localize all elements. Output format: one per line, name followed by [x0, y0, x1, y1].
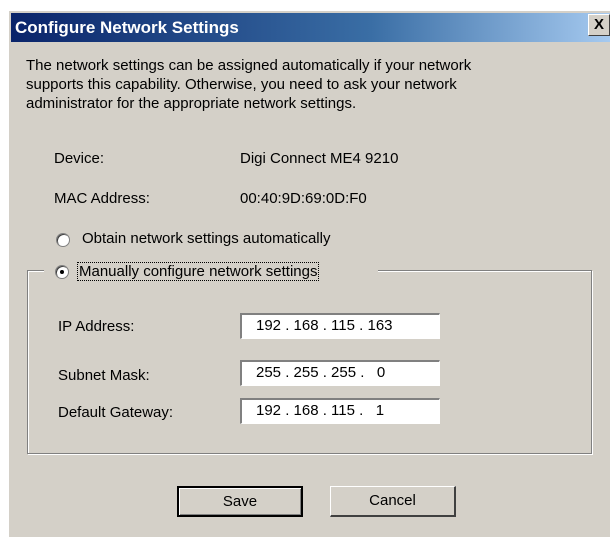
device-value: Digi Connect ME4 9210 [240, 150, 399, 167]
radio-selected-dot [60, 270, 64, 274]
intro-line-2: supports this capability. Otherwise, you… [26, 76, 457, 93]
cancel-button[interactable]: Cancel [330, 486, 456, 517]
subnet-mask-field[interactable]: 255 . 255 . 255 . 0 [240, 360, 440, 386]
ip-address-label: IP Address: [58, 318, 135, 335]
radio-manual-configure-label[interactable]: Manually configure network settings [77, 262, 320, 281]
radio-manual-configure[interactable] [55, 265, 69, 279]
mac-address-value: 00:40:9D:69:0D:F0 [240, 190, 367, 207]
radio-obtain-automatically[interactable] [56, 233, 70, 247]
title-bar: Configure Network Settings [11, 13, 610, 42]
manual-settings-legend: Manually configure network settings [44, 260, 378, 282]
intro-line-1: The network settings can be assigned aut… [26, 57, 472, 74]
radio-obtain-automatically-label[interactable]: Obtain network settings automatically [82, 230, 330, 247]
intro-line-3: administrator for the appropriate networ… [26, 95, 357, 112]
close-button[interactable]: X [588, 14, 610, 36]
device-label: Device: [54, 150, 105, 167]
mac-address-label: MAC Address: [54, 190, 150, 207]
ip-address-field[interactable]: 192 . 168 . 115 . 163 [240, 313, 440, 339]
default-gateway-label: Default Gateway: [58, 404, 174, 421]
subnet-mask-label: Subnet Mask: [58, 367, 150, 384]
dialog-title: Configure Network Settings [15, 18, 239, 37]
default-gateway-field[interactable]: 192 . 168 . 115 . 1 [240, 398, 440, 424]
save-button[interactable]: Save [177, 486, 303, 517]
intro-text: The network settings can be assigned aut… [26, 56, 586, 113]
